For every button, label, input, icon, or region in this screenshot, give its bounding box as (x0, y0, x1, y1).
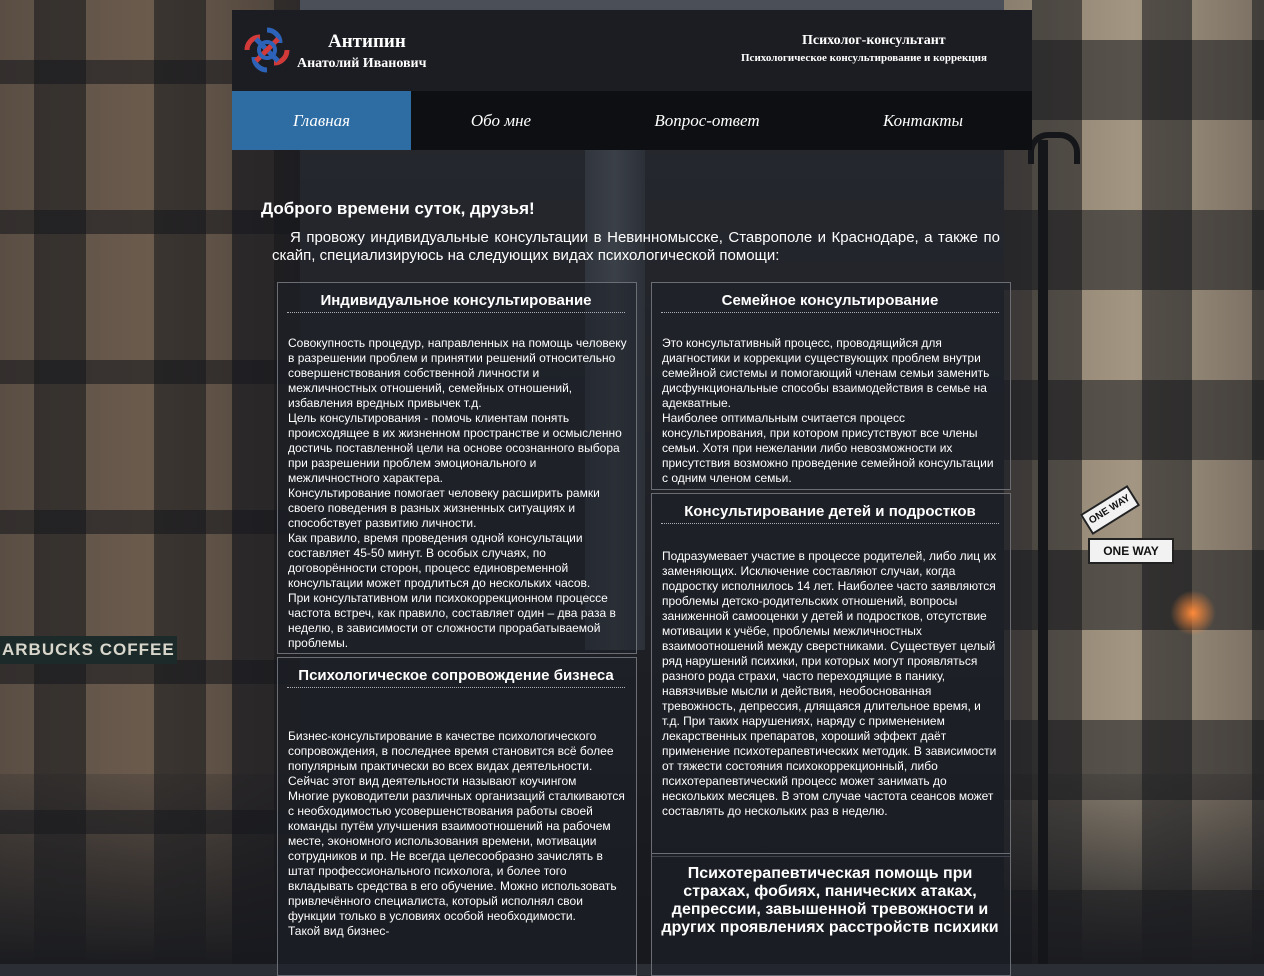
nav-home[interactable]: Главная (232, 91, 411, 150)
traffic-light-glow (1170, 590, 1216, 636)
card-text: Совокупность процедур, направленных на п… (288, 336, 627, 650)
service-card-family: Семейное консультирование Это консультат… (651, 282, 1011, 490)
card-title: Психологическое сопровождение бизнеса (287, 667, 625, 688)
greeting-heading: Доброго времени суток, друзья! (261, 199, 535, 218)
one-way-sign: ONE WAY (1088, 538, 1174, 564)
card-text: Бизнес-консультирование в качестве психо… (288, 729, 625, 938)
service-card-individual: Индивидуальное консультирование Совокупн… (277, 282, 637, 654)
service-card-business: Психологическое сопровождение бизнеса Би… (277, 657, 637, 976)
site-header: Антипин Анатолий Иванович Психолог-консу… (232, 10, 1032, 91)
main-nav: Главная Обо мне Вопрос-ответ Контакты (232, 91, 1032, 150)
role-title: Психолог-консультант (802, 33, 946, 48)
card-title: Семейное консультирование (661, 292, 999, 313)
nav-about[interactable]: Обо мне (411, 91, 591, 150)
intro-text: Я провожу индивидуальные консультации в … (272, 229, 1000, 264)
name-full: Анатолий Иванович (297, 56, 427, 71)
service-card-psychotherapy: Психотерапевтическая помощь при страхах,… (651, 853, 1011, 976)
card-title: Индивидуальное консультирование (287, 292, 625, 313)
card-text: Подразумевает участие в процессе родител… (662, 549, 997, 818)
card-text: Это консультативный процесс, проводящийс… (662, 336, 994, 485)
card-title: Психотерапевтическая помощь при страхах,… (661, 865, 999, 936)
nav-faq[interactable]: Вопрос-ответ (591, 91, 823, 150)
street-lamp-arm (1028, 132, 1080, 164)
service-card-children: Консультирование детей и подростков Подр… (651, 493, 1011, 857)
street-lamp-pole (1038, 140, 1048, 964)
role-subtitle: Психологическое консультирование и корре… (741, 52, 987, 64)
logo-icon[interactable] (241, 24, 293, 76)
card-title: Консультирование детей и подростков (661, 503, 999, 524)
nav-contacts[interactable]: Контакты (823, 91, 1023, 150)
store-sign: ARBUCKS COFFEE (0, 636, 177, 664)
name-last: Антипин (328, 31, 406, 52)
site-container: Антипин Анатолий Иванович Психолог-консу… (232, 10, 1032, 976)
